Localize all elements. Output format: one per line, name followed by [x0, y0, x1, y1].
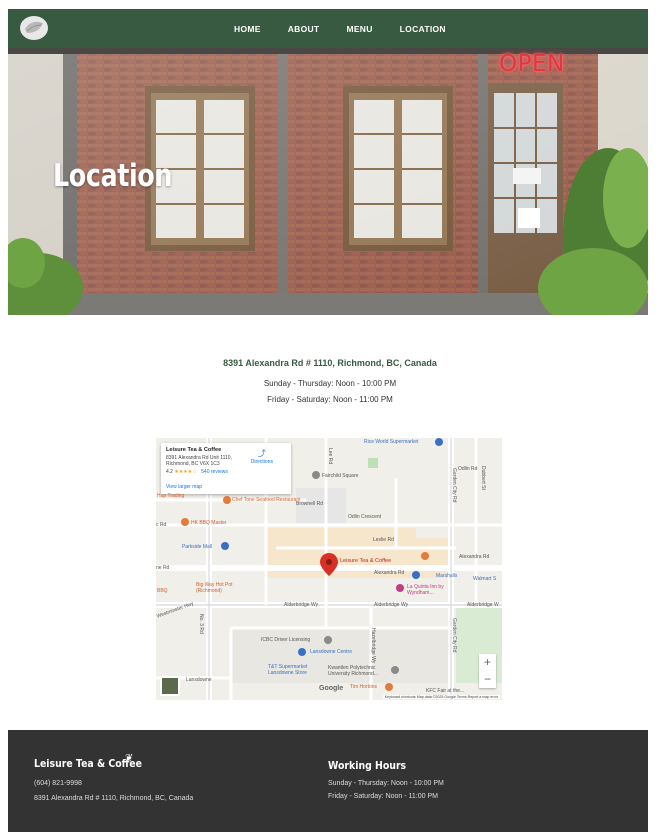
nav-menu[interactable]: MENU — [346, 24, 372, 34]
map-label: Alexandra Rd — [374, 570, 405, 576]
map-label[interactable]: HK BBQ Master — [191, 520, 227, 526]
hours-weekday: Sunday - Thursday: Noon - 10:00 PM — [263, 379, 397, 388]
map-label: ne Rd — [156, 565, 170, 571]
directions-button[interactable]: ⤴ Directions — [251, 448, 273, 465]
map-label[interactable]: BBQ — [157, 588, 168, 594]
directions-label: Directions — [250, 459, 273, 465]
map-label: Dubbert St — [480, 466, 486, 490]
footer-hours-weekday: Sunday - Thursday: Noon - 10:00 PM — [328, 780, 444, 787]
map-label: Leslie Rd — [373, 537, 394, 543]
rating-value: 4.2 — [166, 469, 173, 475]
map-label[interactable]: T&T Supermarket Lansdowne Store — [268, 664, 318, 676]
map-label[interactable]: Tim Hortons — [350, 684, 377, 690]
map-label: No. 3 Rd — [198, 614, 204, 634]
google-logo: Google — [319, 685, 344, 692]
map-label: Alexandra Rd — [459, 554, 490, 560]
map-label[interactable]: Marshalls — [436, 573, 457, 579]
nav-links: HOME ABOUT MENU LOCATION — [234, 9, 473, 48]
map-label: Lee Rd — [327, 448, 333, 465]
map-label[interactable]: La Quinta Inn by Wyndham... — [407, 584, 457, 596]
tea-leaf-icon: ❦ — [125, 753, 134, 764]
map-label: c Rd — [156, 522, 167, 528]
hours-weekend: Friday - Saturday: Noon - 11:00 PM — [267, 395, 393, 404]
tea-leaf-logo-icon[interactable] — [19, 13, 49, 43]
map-label[interactable]: Kwantlen Polytechnic University Richmond… — [328, 665, 394, 677]
map-label[interactable]: Lansdowne Centre — [310, 649, 352, 655]
nav-home[interactable]: HOME — [234, 24, 261, 34]
map-label: Odlin Rd — [458, 466, 478, 472]
place-rating: 4.2 ★★★★☆ 540 reviews — [166, 469, 286, 475]
address: 8391 Alexandra Rd # 1110, Richmond, BC, … — [223, 358, 437, 368]
map-label: Garden City Rd — [451, 468, 457, 503]
map-label[interactable]: Hup Trading — [157, 493, 184, 499]
map-label: Alderbridge Wy — [374, 602, 409, 608]
directions-icon: ⤴ — [257, 449, 266, 458]
footer-hours-title: Working Hours — [328, 759, 407, 772]
map-label: Garden City Rd — [451, 618, 457, 653]
hero-banner: OPEN Location — [8, 48, 648, 315]
footer-phone[interactable]: (604) 821-9998 — [34, 780, 82, 787]
map-label: Hazelbridge Wy — [370, 628, 376, 664]
map-label: Lansdowne — [186, 677, 212, 683]
open-sign: OPEN — [499, 51, 565, 77]
map-place-card: Leisure Tea & Coffee 8391 Alexandra Rd U… — [161, 443, 291, 494]
google-map[interactable]: Leisure Tea & Coffee 8391 Alexandra Rd U… — [156, 438, 502, 700]
map-label-leisure[interactable]: Leisure Tea & Coffee — [340, 558, 391, 564]
map-label: Odlin Crescent — [348, 514, 382, 520]
zoom-out-button[interactable]: − — [479, 671, 496, 688]
map-label[interactable]: Chef Tone Seafood Restaurant — [232, 497, 302, 503]
map-label[interactable]: Fairchild Square — [322, 473, 358, 479]
page-title: Location — [53, 158, 173, 194]
map-label[interactable]: Parkside Mall — [182, 544, 212, 550]
footer: Leisure Tea & Coffee ❦ (604) 821-9998 83… — [8, 730, 648, 832]
satellite-toggle[interactable] — [160, 676, 180, 696]
map-attribution[interactable]: Keyboard shortcuts Map data ©2025 Google… — [382, 695, 500, 699]
nav-location[interactable]: LOCATION — [400, 24, 446, 34]
map-label[interactable]: Walmart S — [473, 576, 496, 582]
zoom-in-button[interactable]: + — [479, 654, 496, 671]
reviews-link[interactable]: 540 reviews — [201, 469, 228, 475]
map-label[interactable]: Rice World Supermarket — [364, 439, 418, 445]
nav-about[interactable]: ABOUT — [288, 24, 320, 34]
map-label: Alderbridge Wy — [284, 602, 319, 608]
map-label[interactable]: KFC Fair at the... — [426, 688, 464, 694]
rating-stars-icon: ★★★★☆ — [174, 469, 197, 475]
map-label[interactable]: Big Way Hot Pot (Richmond) — [196, 582, 244, 594]
footer-hours-weekend: Friday - Saturday: Noon - 11:00 PM — [328, 793, 438, 800]
view-larger-map-link[interactable]: View larger map — [166, 484, 202, 490]
navbar: HOME ABOUT MENU LOCATION — [8, 9, 648, 48]
map-label: Alderbridge W — [467, 602, 499, 608]
footer-address: 8391 Alexandra Rd # 1110, Richmond, BC, … — [34, 795, 194, 802]
map-label[interactable]: ICBC Driver Licensing — [261, 637, 310, 643]
